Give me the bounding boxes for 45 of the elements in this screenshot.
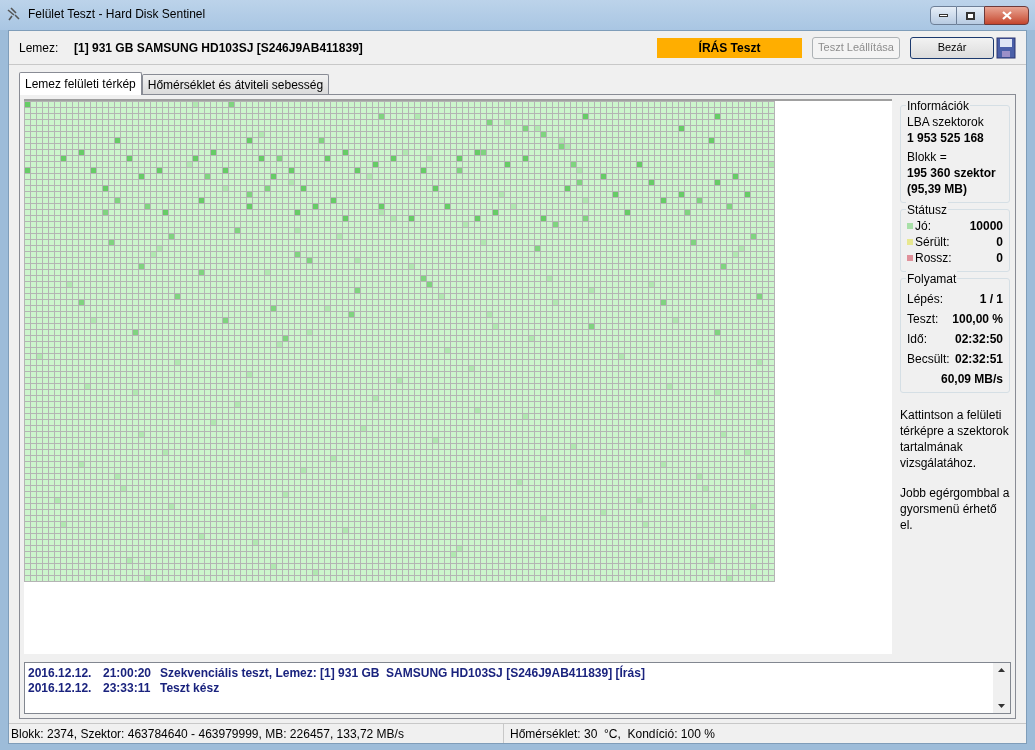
scroll-up-icon[interactable] xyxy=(998,668,1005,672)
group-title: Folyamat xyxy=(906,271,958,287)
progress-value: 1 / 1 xyxy=(979,291,1003,307)
progress-label: Becsült: xyxy=(907,351,950,367)
close-icon xyxy=(1001,11,1012,20)
lba-label: LBA szektorok xyxy=(907,114,985,130)
scroll-down-icon[interactable] xyxy=(998,704,1005,708)
tab[interactable]: Hőmérséklet és átviteli sebesség xyxy=(141,74,330,94)
lba-value: 1 953 525 168 xyxy=(907,130,985,146)
block-value: 195 360 szektor xyxy=(907,165,997,181)
progress-value: 02:32:50 xyxy=(954,331,1003,347)
log-message: Teszt kész xyxy=(160,681,220,696)
progress-label: Lépés: xyxy=(907,291,944,307)
tab[interactable]: Lemez felületi térkép xyxy=(19,72,142,95)
disk-label: Lemez: xyxy=(19,39,60,57)
status-bar-text: Blokk: 2374, Szektor: 463784640 - 463979999, MB: 226457, 133,72 MB/s xyxy=(9,724,504,743)
status-bar-text: Hőmérséklet: 30 °C, Kondíció: 100 % xyxy=(509,726,716,743)
status-label: Sérült: xyxy=(915,234,950,250)
maximize-button[interactable] xyxy=(957,6,984,25)
speed-value: 60,09 MB/s xyxy=(939,371,1003,387)
progress-value: 02:32:51 xyxy=(954,351,1003,367)
disk-name: [1] 931 GB SAMSUNG HD103SJ [S246J9AB411839] xyxy=(74,39,363,57)
mode-badge: ÍRÁS Teszt xyxy=(657,37,802,58)
close-dialog-button[interactable]: Bezár xyxy=(910,36,994,59)
block-label: Blokk = xyxy=(907,149,948,165)
progress-value: 100,00 % xyxy=(952,311,1003,327)
status-value: 0 xyxy=(996,250,1003,266)
close-button[interactable] xyxy=(984,6,1029,25)
status-value: 0 xyxy=(996,234,1003,250)
status-value: 10000 xyxy=(969,218,1003,234)
progress-label: Teszt: xyxy=(907,311,939,327)
log-time: 21:00:20 xyxy=(103,666,153,681)
minimize-button[interactable] xyxy=(930,6,957,25)
log-date: 2016.12.12. xyxy=(28,681,93,696)
log-date: 2016.12.12. xyxy=(28,666,93,681)
status-label: Rossz: xyxy=(915,250,952,266)
block-size: (95,39 MB) xyxy=(907,181,969,197)
progress-label: Idő: xyxy=(907,331,927,347)
hint-text: Jobb egérgombbal a gyorsmenü érhető el. xyxy=(900,485,1010,533)
log-time: 23:33:11 xyxy=(103,681,152,696)
scrollbar[interactable] xyxy=(993,663,1010,713)
status-label: Jó: xyxy=(915,218,931,234)
log-message: Szekvenciális teszt, Lemez: [1] 931 GB SAMSUNG HD103SJ [S246J9AB411839] [Írás] xyxy=(160,666,645,681)
window-title: Felület Teszt - Hard Disk Sentinel xyxy=(28,6,206,22)
hint-text: Kattintson a felületi térképre a szektorok tartalmának vizsgálatához. xyxy=(900,407,1010,471)
